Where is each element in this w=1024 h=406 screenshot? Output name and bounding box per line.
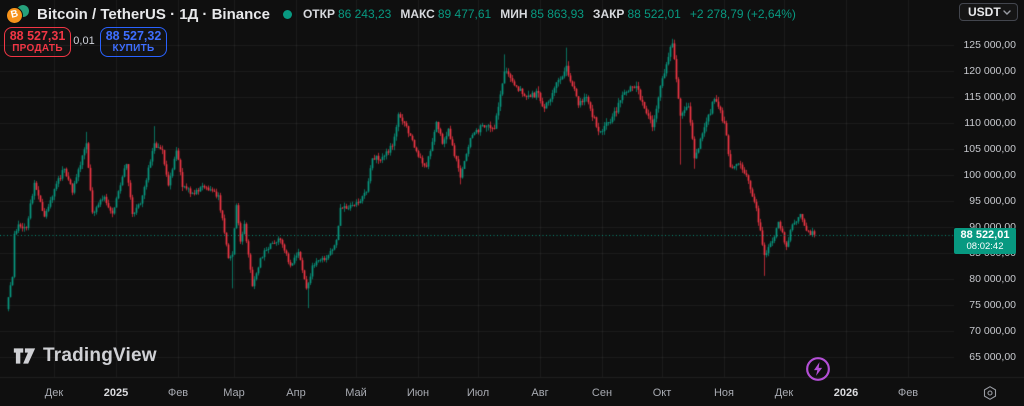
time-axis-label: Сен xyxy=(577,387,627,399)
chart-header: B Bitcoin / TetherUS · 1Д · Binance ОТКР… xyxy=(6,3,796,25)
time-axis-label: Дек xyxy=(29,387,79,399)
tradingview-logo[interactable]: TradingView xyxy=(13,345,157,367)
symbol-pair-icon: B xyxy=(6,5,29,24)
tradingview-logo-text: TradingView xyxy=(43,345,157,367)
buy-price: 88 527,32 xyxy=(106,30,162,44)
time-axis-label: Апр xyxy=(271,387,321,399)
bar-countdown: 08:02:42 xyxy=(954,242,1016,252)
chevron-down-icon xyxy=(1003,10,1011,15)
high-label: МАКС xyxy=(400,7,435,21)
time-axis-label: 2025 xyxy=(91,387,141,399)
price-axis-label: 70 000,00 xyxy=(969,325,1016,337)
low-value: 85 863,93 xyxy=(531,7,584,21)
close-value: 88 522,01 xyxy=(627,7,680,21)
low-label: МИН xyxy=(500,7,527,21)
time-axis-label: Май xyxy=(331,387,381,399)
price-axis-label: 65 000,00 xyxy=(969,351,1016,363)
high-value: 89 477,61 xyxy=(438,7,491,21)
bitcoin-icon: B xyxy=(6,7,23,24)
time-axis-label: Ноя xyxy=(699,387,749,399)
time-axis-label: Июн xyxy=(393,387,443,399)
currency-selector-button[interactable]: USDT xyxy=(959,3,1018,21)
sell-button[interactable]: 88 527,31 ПРОДАТЬ xyxy=(4,27,71,57)
price-axis-label: 110 000,00 xyxy=(964,117,1016,129)
spread-value: 0,01 xyxy=(70,35,98,47)
gear-icon[interactable] xyxy=(982,385,998,401)
price-axis-label: 80 000,00 xyxy=(969,273,1016,285)
symbol-title[interactable]: Bitcoin / TetherUS · 1Д · Binance xyxy=(37,6,270,23)
time-axis-label: Фев xyxy=(883,387,933,399)
open-value: 86 243,23 xyxy=(338,7,391,21)
time-axis-label: Фев xyxy=(153,387,203,399)
price-axis-label: 75 000,00 xyxy=(969,299,1016,311)
market-open-status-dot[interactable] xyxy=(283,10,292,19)
price-axis-label: 95 000,00 xyxy=(969,195,1016,207)
open-label: ОТКР xyxy=(303,7,335,21)
buy-label: КУПИТЬ xyxy=(112,43,154,54)
tradingview-logomark-icon xyxy=(13,346,36,366)
sell-label: ПРОДАТЬ xyxy=(12,43,63,54)
price-axis-label: 120 000,00 xyxy=(963,65,1016,77)
currency-label: USDT xyxy=(968,5,1001,19)
lightning-icon xyxy=(805,356,831,382)
time-axis[interactable]: Дек 2025 Фев Мар Апр Май Июн Июл Авг Сен Окт Ноя Дек… xyxy=(0,377,1024,406)
price-axis-label: 100 000,00 xyxy=(963,169,1016,181)
time-axis-label: Авг xyxy=(515,387,565,399)
last-price-value: 88 522,01 xyxy=(954,229,1016,242)
buy-button[interactable]: 88 527,32 КУПИТЬ xyxy=(100,27,167,57)
time-axis-label: 2026 xyxy=(821,387,871,399)
change-value: +2 278,79 (+2,64%) xyxy=(690,7,796,21)
price-axis-label: 105 000,00 xyxy=(963,143,1016,155)
time-axis-label: Мар xyxy=(209,387,259,399)
close-label: ЗАКР xyxy=(593,7,625,21)
last-price-tag: 88 522,01 08:02:42 xyxy=(954,228,1016,254)
time-axis-label: Июл xyxy=(453,387,503,399)
price-axis-label: 115 000,00 xyxy=(964,91,1016,103)
time-axis-label: Дек xyxy=(759,387,809,399)
ohlc-values-row: ОТКР86 243,23 МАКС89 477,61 МИН 85 863,93… xyxy=(303,7,796,21)
time-axis-label: Окт xyxy=(637,387,687,399)
price-axis-label: 125 000,00 xyxy=(963,39,1016,51)
boost-button[interactable] xyxy=(805,356,831,382)
price-axis[interactable]: 125 000,00 120 000,00 115 000,00 110 000,00… xyxy=(958,0,1024,377)
sell-price: 88 527,31 xyxy=(10,30,66,44)
tradingview-chart-window: B Bitcoin / TetherUS · 1Д · Binance ОТКР… xyxy=(0,0,1024,406)
